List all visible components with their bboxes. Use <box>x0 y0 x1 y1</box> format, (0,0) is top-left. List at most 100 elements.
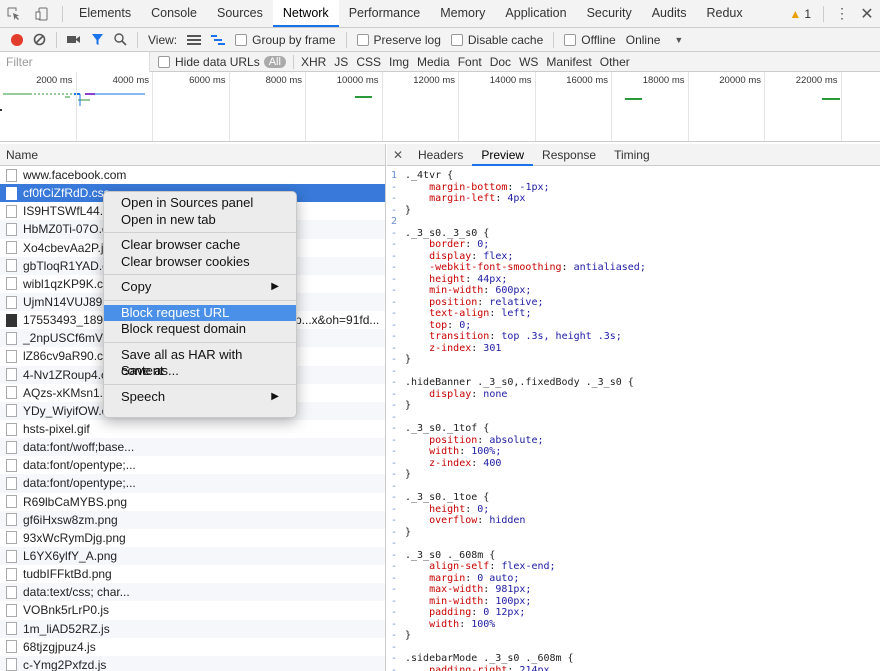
tab-sources[interactable]: Sources <box>207 0 273 27</box>
tab-network[interactable]: Network <box>272 0 339 27</box>
tabbar-right: ▲ 1 ⋮ ✕ <box>783 0 880 27</box>
tab-elements[interactable]: Elements <box>69 0 141 27</box>
detail-tab-preview[interactable]: Preview <box>472 144 534 166</box>
code-line: 1 ._4tvr { <box>387 170 880 182</box>
separator <box>345 31 347 48</box>
filter-type-xhr[interactable]: XHR <box>297 55 330 69</box>
detail-tab-response[interactable]: Response <box>533 144 605 166</box>
file-icon <box>6 622 17 636</box>
code-line: - max-width: 981px; <box>387 584 880 596</box>
warning-count: 1 <box>804 6 811 21</box>
tab-audits[interactable]: Audits <box>642 0 697 27</box>
line-gutter: - <box>390 227 397 239</box>
overview-tick: 6000 ms <box>153 72 230 141</box>
tab-memory[interactable]: Memory <box>430 0 495 27</box>
line-gutter: - <box>390 342 397 354</box>
disable-cache-checkbox[interactable]: Disable cache <box>446 28 548 52</box>
code-line: - <box>387 412 880 424</box>
inspect-element-icon[interactable] <box>0 0 28 27</box>
code-text: .sidebarMode ._3_s0 ._608m { <box>405 653 574 664</box>
request-row[interactable]: 68tjzgjpuz4.js <box>0 638 385 656</box>
request-row[interactable]: data:font/opentype;... <box>0 474 385 493</box>
line-gutter: - <box>390 664 397 671</box>
close-devtools-icon[interactable]: ✕ <box>854 4 880 24</box>
menu-item-clear-browser-cookies[interactable]: Clear browser cookies <box>104 254 296 271</box>
device-toolbar-icon[interactable] <box>28 0 56 27</box>
menu-item-open-in-sources-panel[interactable]: Open in Sources panel <box>104 195 296 212</box>
request-row[interactable]: c-Ymg2Pxfzd.js <box>0 655 385 671</box>
code-text: overflow: hidden <box>429 515 526 526</box>
throttling-select[interactable]: Online ▼ <box>621 28 689 52</box>
filter-type-ws[interactable]: WS <box>515 55 542 69</box>
filter-button[interactable] <box>86 28 109 52</box>
detail-tab-timing[interactable]: Timing <box>605 144 659 166</box>
request-row[interactable]: tudbIFFktBd.png <box>0 565 385 583</box>
offline-checkbox[interactable]: Offline <box>559 28 620 52</box>
tab-redux[interactable]: Redux <box>696 0 752 27</box>
filter-all-button[interactable]: All <box>263 55 286 68</box>
close-details-icon[interactable]: ✕ <box>387 148 409 162</box>
menu-item-block-request-url[interactable]: Block request URL <box>104 304 296 321</box>
menu-item-save-all-as-har-with-content[interactable]: Save all as HAR with content <box>104 347 296 379</box>
request-name: gf6iHxsw8zm.png <box>23 512 118 527</box>
request-row[interactable]: VOBnk5rLrP0.js <box>0 601 385 619</box>
filter-type-manifest[interactable]: Manifest <box>542 55 595 69</box>
code-line: - align-self: flex-end; <box>387 561 880 573</box>
request-name: 4-Nv1ZRoup4.cs <box>23 367 114 382</box>
tab-performance[interactable]: Performance <box>339 0 431 27</box>
request-row[interactable]: data:font/woff;base... <box>0 438 385 457</box>
request-row[interactable]: hsts-pixel.gif <box>0 420 385 438</box>
menu-item-clear-browser-cache[interactable]: Clear browser cache <box>104 237 296 254</box>
request-row[interactable]: data:text/css; char... <box>0 583 385 602</box>
tab-security[interactable]: Security <box>577 0 642 27</box>
menu-item-speech[interactable]: Speech ▶ <box>104 389 296 406</box>
checkbox <box>450 33 463 46</box>
filter-input[interactable]: Filter <box>0 51 150 72</box>
request-row[interactable]: R69lbCaMYBS.png <box>0 493 385 511</box>
filter-type-css[interactable]: CSS <box>352 55 385 69</box>
clear-button[interactable] <box>28 28 51 52</box>
search-button[interactable] <box>109 28 132 52</box>
request-row[interactable]: L6YX6ylfY_A.png <box>0 546 385 566</box>
hide-data-urls-checkbox[interactable]: Hide data URLs <box>158 55 260 69</box>
filter-type-media[interactable]: Media <box>413 55 454 69</box>
menu-separator <box>104 232 296 233</box>
menu-item-save-as[interactable]: Save as... <box>104 363 296 380</box>
detail-tab-headers[interactable]: Headers <box>409 144 472 166</box>
name-column-header[interactable]: Name <box>0 144 385 166</box>
menu-separator <box>104 274 296 275</box>
tab-console[interactable]: Console <box>141 0 207 27</box>
filter-type-other[interactable]: Other <box>596 55 634 69</box>
filter-type-js[interactable]: JS <box>330 55 352 69</box>
large-rows-button[interactable] <box>182 28 206 52</box>
request-row[interactable]: gf6iHxsw8zm.png <box>0 510 385 529</box>
filter-type-doc[interactable]: Doc <box>486 55 515 69</box>
filter-type-font[interactable]: Font <box>454 55 486 69</box>
network-overview[interactable]: 2000 ms 4000 ms 6000 ms 8000 ms 10000 ms 1200… <box>0 72 880 142</box>
request-name: HbMZ0Ti-07O.cs <box>23 222 114 237</box>
preserve-log-checkbox[interactable]: Preserve log <box>352 28 446 52</box>
file-icon <box>6 513 17 527</box>
menu-item-copy[interactable]: Copy ▶ <box>104 279 296 296</box>
tab-application[interactable]: Application <box>495 0 576 27</box>
record-button[interactable] <box>6 28 28 52</box>
code-line: - z-index: 301 <box>387 343 880 355</box>
request-row[interactable]: www.facebook.com <box>0 166 385 184</box>
warning-counter[interactable]: ▲ 1 <box>783 7 817 21</box>
file-icon <box>6 313 17 327</box>
group-by-frame-checkbox[interactable]: Group by frame <box>230 28 340 52</box>
menu-item-block-request-domain[interactable]: Block request domain <box>104 321 296 338</box>
code-line: - display: flex; <box>387 251 880 263</box>
code-line: - margin-left: 4px <box>387 193 880 205</box>
request-row[interactable]: 1m_liAD52RZ.js <box>0 619 385 638</box>
code-line: - min-width: 600px; <box>387 285 880 297</box>
waterfall-button[interactable] <box>206 28 230 52</box>
request-name: tudbIFFktBd.png <box>23 567 112 582</box>
screenshot-button[interactable] <box>62 28 86 52</box>
request-row[interactable]: data:font/opentype;... <box>0 456 385 474</box>
filter-type-img[interactable]: Img <box>385 55 413 69</box>
request-row[interactable]: 93xWcRymDjg.png <box>0 529 385 547</box>
more-options-icon[interactable]: ⋮ <box>830 5 854 22</box>
menu-item-open-in-new-tab[interactable]: Open in new tab <box>104 212 296 229</box>
code-line: 2 <box>387 216 880 228</box>
